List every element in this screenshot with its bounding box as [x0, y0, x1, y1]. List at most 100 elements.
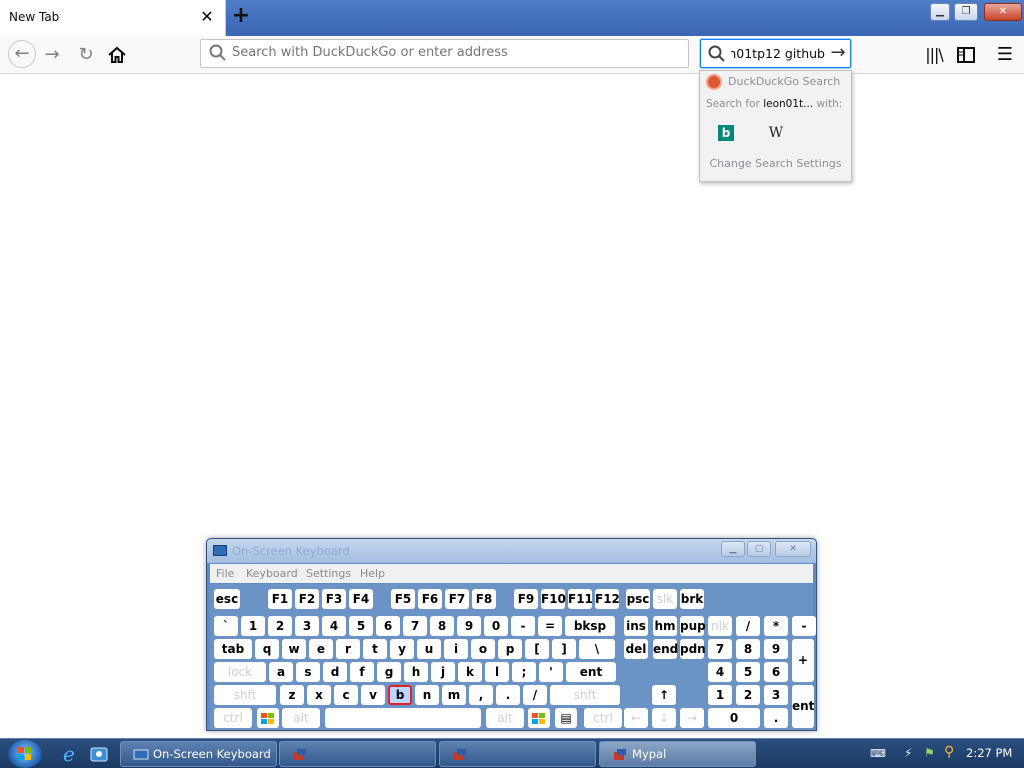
wikipedia-icon[interactable]: W: [766, 123, 786, 143]
osk-key-i[interactable]: i: [444, 639, 468, 659]
osk-key-F2[interactable]: F2: [295, 589, 319, 609]
osk-menu-file[interactable]: File: [216, 567, 234, 580]
windows-logo-key[interactable]: [528, 708, 550, 728]
osk-key-0[interactable]: 0: [708, 708, 760, 728]
osk-key-lock[interactable]: lock: [214, 662, 266, 682]
search-input[interactable]: leon01tp12 github: [731, 46, 825, 61]
osk-key-,[interactable]: ,: [469, 685, 493, 705]
osk-key-/[interactable]: /: [523, 685, 547, 705]
osk-key-][interactable]: ]: [552, 639, 576, 659]
osk-key-ent[interactable]: ent: [566, 662, 616, 682]
osk-key-F9[interactable]: F9: [514, 589, 538, 609]
context-menu-key[interactable]: ▤: [555, 708, 577, 728]
osk-key-F11[interactable]: F11: [568, 589, 593, 609]
osk-maximize-button[interactable]: ▢: [747, 541, 771, 557]
osk-key-0[interactable]: 0: [484, 616, 508, 636]
osk-key-ctrl[interactable]: ctrl: [214, 708, 252, 728]
taskbar-task-app-1[interactable]: [279, 741, 436, 767]
osk-key-f[interactable]: f: [350, 662, 374, 682]
osk-key-6[interactable]: 6: [376, 616, 400, 636]
osk-key-esc[interactable]: esc: [214, 589, 240, 609]
osk-key-v[interactable]: v: [361, 685, 385, 705]
osk-key-psc[interactable]: psc: [626, 589, 650, 609]
osk-key-2[interactable]: 2: [268, 616, 292, 636]
sidebar-icon[interactable]: [954, 43, 978, 67]
osk-key-w[interactable]: w: [282, 639, 306, 659]
osk-key-F5[interactable]: F5: [391, 589, 415, 609]
network-icon[interactable]: ⚡: [904, 746, 912, 760]
osk-key-5[interactable]: 5: [349, 616, 373, 636]
file-explorer-icon[interactable]: [88, 743, 110, 765]
windows-logo-key[interactable]: [257, 708, 279, 728]
osk-key-alt[interactable]: alt: [486, 708, 524, 728]
osk-key-tab[interactable]: tab: [214, 639, 252, 659]
osk-key-j[interactable]: j: [431, 662, 455, 682]
osk-key-*[interactable]: *: [764, 616, 788, 636]
osk-key-2[interactable]: 2: [736, 685, 760, 705]
window-close-button[interactable]: ✕: [984, 3, 1022, 21]
osk-key-slk[interactable]: slk: [653, 589, 677, 609]
osk-key-1[interactable]: 1: [241, 616, 265, 636]
osk-key-`[interactable]: `: [214, 616, 238, 636]
osk-key-e[interactable]: e: [309, 639, 333, 659]
osk-key-pdn[interactable]: pdn: [680, 639, 706, 659]
flag-icon[interactable]: ⚑: [924, 746, 935, 760]
osk-key-q[interactable]: q: [255, 639, 279, 659]
osk-key-brk[interactable]: brk: [680, 589, 704, 609]
osk-key-space[interactable]: [325, 708, 481, 728]
osk-key-ent[interactable]: ent: [792, 685, 814, 728]
osk-key-F4[interactable]: F4: [349, 589, 373, 609]
osk-key-9[interactable]: 9: [457, 616, 481, 636]
osk-key-ins[interactable]: ins: [624, 616, 648, 636]
osk-key-d[interactable]: d: [323, 662, 347, 682]
bing-icon[interactable]: b: [718, 125, 734, 141]
osk-key-pup[interactable]: pup: [680, 616, 706, 636]
hamburger-menu-icon[interactable]: ☰: [993, 43, 1017, 67]
taskbar-task-app-2[interactable]: [439, 741, 596, 767]
tab-new-tab[interactable]: New Tab ✕: [0, 0, 226, 36]
osk-key-9[interactable]: 9: [764, 639, 788, 659]
osk-key-F1[interactable]: F1: [268, 589, 292, 609]
osk-key-s[interactable]: s: [296, 662, 320, 682]
osk-key-t[interactable]: t: [363, 639, 387, 659]
osk-key-7[interactable]: 7: [403, 616, 427, 636]
osk-key-alt[interactable]: alt: [282, 708, 320, 728]
internet-explorer-icon[interactable]: e: [60, 742, 82, 766]
osk-minimize-button[interactable]: ▁: [721, 541, 745, 557]
osk-key-F6[interactable]: F6: [418, 589, 442, 609]
osk-key-1[interactable]: 1: [708, 685, 732, 705]
osk-key-end[interactable]: end: [653, 639, 678, 659]
osk-key-del[interactable]: del: [624, 639, 648, 659]
osk-key-6[interactable]: 6: [764, 662, 788, 682]
search-go-arrow-icon[interactable]: →: [827, 42, 849, 64]
osk-key-u[interactable]: u: [417, 639, 441, 659]
osk-key-hm[interactable]: hm: [653, 616, 677, 636]
osk-key-'[interactable]: ': [539, 662, 563, 682]
search-bar[interactable]: leon01tp12 github →: [700, 39, 851, 68]
osk-key-l[interactable]: l: [485, 662, 509, 682]
osk-key-x[interactable]: x: [307, 685, 331, 705]
taskbar-task-mypal[interactable]: Mypal: [599, 741, 756, 767]
osk-key-ctrl[interactable]: ctrl: [584, 708, 622, 728]
osk-key-shft[interactable]: shft: [214, 685, 276, 705]
osk-key-↑[interactable]: ↑: [652, 685, 676, 705]
osk-menu-keyboard[interactable]: Keyboard: [246, 567, 298, 580]
osk-key-\[interactable]: \: [579, 639, 615, 659]
url-bar[interactable]: [200, 39, 689, 68]
osk-key-b-hovered[interactable]: b: [388, 685, 412, 705]
osk-key-y[interactable]: y: [390, 639, 414, 659]
back-arrow-icon[interactable]: ←: [8, 40, 36, 68]
osk-key-p[interactable]: p: [498, 639, 522, 659]
window-restore-button[interactable]: ❐: [954, 3, 978, 21]
search-icon[interactable]: [707, 44, 727, 64]
window-minimize-button[interactable]: ▁: [930, 3, 950, 21]
library-icon[interactable]: |||\: [922, 43, 946, 67]
osk-key-z[interactable]: z: [280, 685, 304, 705]
osk-key-5[interactable]: 5: [736, 662, 760, 682]
osk-key-a[interactable]: a: [269, 662, 293, 682]
osk-key-[[interactable]: [: [525, 639, 549, 659]
osk-key-F10[interactable]: F10: [541, 589, 566, 609]
osk-key-8[interactable]: 8: [736, 639, 760, 659]
osk-menu-help[interactable]: Help: [360, 567, 385, 580]
osk-key-k[interactable]: k: [458, 662, 482, 682]
